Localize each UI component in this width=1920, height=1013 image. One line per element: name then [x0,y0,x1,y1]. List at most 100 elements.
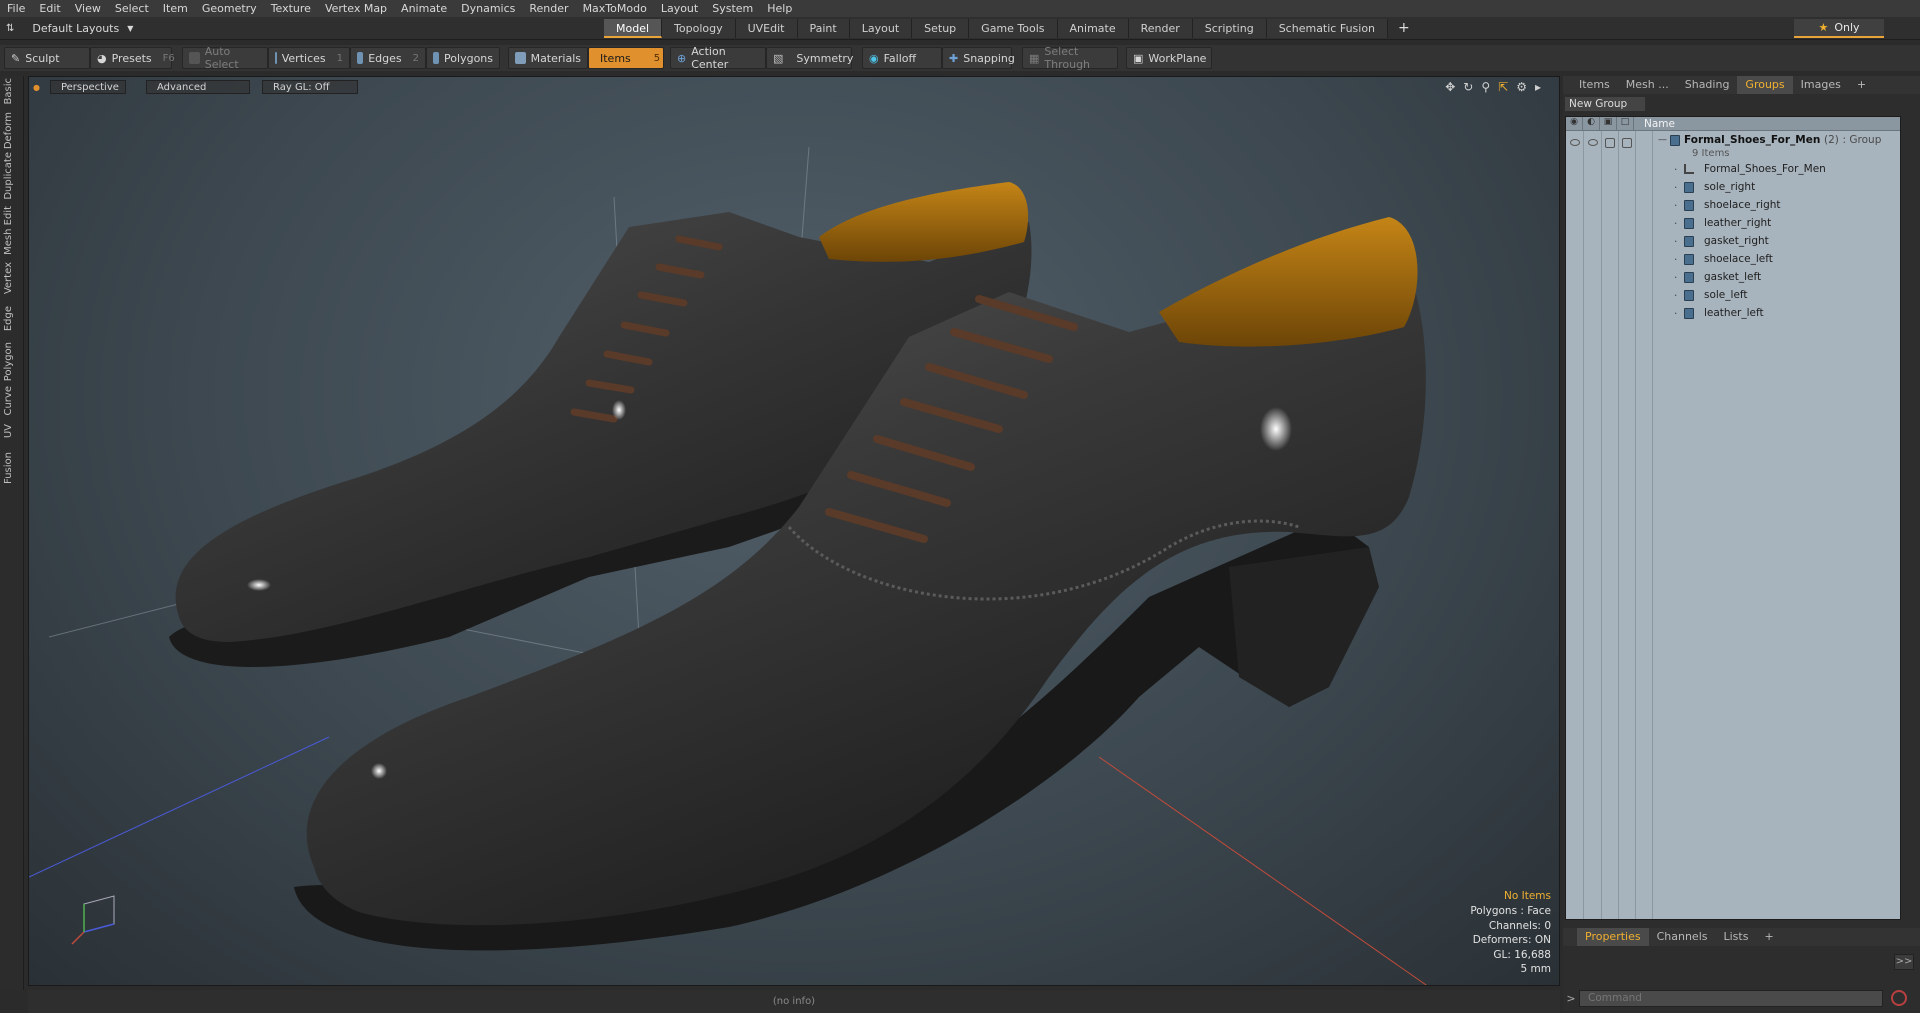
tree-name-header[interactable]: Name [1634,118,1675,130]
right-tab-images[interactable]: Images [1793,76,1849,94]
sculpt-button[interactable]: ✎ Sculpt [4,47,90,69]
view-mode-button[interactable]: Perspective [49,80,126,94]
menu-item-vertex-map[interactable]: Vertex Map [318,0,394,17]
menu-item-dynamics[interactable]: Dynamics [454,0,522,17]
collapse-icon[interactable]: — [1658,135,1667,145]
shading-mode-button[interactable]: Advanced [145,80,250,94]
viewport-scene[interactable] [29,77,1560,986]
menu-item-layout[interactable]: Layout [654,0,705,17]
add-right-tab-button[interactable]: + [1849,76,1874,94]
vertices-button[interactable]: Vertices 1 [268,47,350,69]
menu-item-animate[interactable]: Animate [394,0,454,17]
3d-viewport[interactable]: ● Perspective Advanced Ray GL: Off ✥ ↻ ⚲… [28,76,1560,986]
tree-item-row[interactable]: · gasket_right [1566,233,1900,251]
prop-tab-channels[interactable]: Channels [1649,928,1716,946]
layout-tab-render[interactable]: Render [1128,19,1193,38]
left-tab-basic[interactable]: Basic [3,78,21,104]
select-column-icon[interactable]: □ [1617,117,1634,131]
left-tab-mesh-edit[interactable]: Mesh Edit [3,206,21,255]
right-tab-mesh[interactable]: Mesh ... [1618,76,1677,94]
menu-item-select[interactable]: Select [108,0,156,17]
zoom-view-icon[interactable]: ⚲ [1481,80,1490,94]
render-icon[interactable] [1588,139,1598,146]
layout-tab-uvedit[interactable]: UVEdit [735,19,798,38]
menu-item-maxtomodo[interactable]: MaxToModo [576,0,654,17]
tree-item-row[interactable]: · leather_left [1566,305,1900,323]
render-column-icon[interactable]: ◐ [1583,117,1600,131]
only-toggle[interactable]: ★ Only [1794,19,1884,38]
menu-item-texture[interactable]: Texture [264,0,318,17]
menu-item-help[interactable]: Help [760,0,799,17]
layout-pin-icon[interactable]: ⇅ [6,23,14,34]
symmetry-button[interactable]: ▧ Symmetry [766,47,853,69]
menu-item-view[interactable]: View [68,0,108,17]
edges-button[interactable]: Edges 2 [350,47,426,69]
command-history-icon[interactable]: > [1563,992,1579,1005]
lock-checkbox[interactable] [1605,138,1615,148]
tree-item-row[interactable]: · sole_left [1566,287,1900,305]
right-tab-groups[interactable]: Groups [1737,76,1793,94]
tree-item-row[interactable]: · sole_right [1566,179,1900,197]
layout-tab-game-tools[interactable]: Game Tools [969,19,1058,38]
left-tab-uv[interactable]: UV [3,424,21,438]
select-through-button[interactable]: ▦ Select Through [1022,45,1118,71]
action-center-button[interactable]: ⊕ Action Center [670,45,766,71]
left-tab-curve[interactable]: Curve [3,386,21,416]
move-view-icon[interactable]: ✥ [1445,80,1455,94]
presets-button[interactable]: ◕ Presets F6 [90,47,175,69]
menu-item-render[interactable]: Render [522,0,575,17]
workplane-button[interactable]: ▣ WorkPlane [1126,47,1212,69]
menu-item-file[interactable]: File [0,0,32,17]
tree-item-row[interactable]: · leather_right [1566,215,1900,233]
rotate-view-icon[interactable]: ↻ [1463,80,1473,94]
select-checkbox[interactable] [1622,138,1632,148]
record-icon[interactable] [1891,990,1907,1006]
layout-tab-animate[interactable]: Animate [1057,19,1129,38]
materials-button[interactable]: Materials [508,47,588,69]
layout-tab-layout[interactable]: Layout [849,19,913,38]
tree-item-row[interactable]: · shoelace_left [1566,251,1900,269]
left-tab-edge[interactable]: Edge [3,306,21,331]
left-tab-polygon[interactable]: Polygon [3,342,21,381]
add-layout-tab-button[interactable]: + [1388,19,1420,38]
tree-item-row[interactable]: · Formal_Shoes_For_Men [1566,161,1900,179]
chevron-right-icon[interactable]: ▸ [1535,80,1541,94]
expand-button[interactable]: >> [1894,954,1914,970]
eye-icon[interactable] [1570,139,1580,146]
layout-tab-setup[interactable]: Setup [912,19,970,38]
left-tab-deform[interactable]: Deform [3,112,21,149]
visibility-column-icon[interactable]: ◉ [1566,117,1583,131]
auto-select-button[interactable]: Auto Select [182,45,268,71]
right-tab-items[interactable]: Items [1571,76,1618,94]
layout-selector[interactable]: ⇅ Default Layouts ▼ [6,20,133,37]
layout-tab-schematic-fusion[interactable]: Schematic Fusion [1266,19,1389,38]
polygons-button[interactable]: Polygons [426,47,500,69]
menu-item-geometry[interactable]: Geometry [195,0,264,17]
left-tab-duplicate[interactable]: Duplicate [3,152,21,200]
layout-tab-model[interactable]: Model [604,19,663,38]
prop-tab-lists[interactable]: Lists [1716,928,1757,946]
left-tab-fusion[interactable]: Fusion [3,452,21,484]
menu-item-system[interactable]: System [705,0,760,17]
prop-tab-properties[interactable]: Properties [1577,928,1649,946]
menu-item-item[interactable]: Item [156,0,195,17]
add-prop-tab-button[interactable]: + [1756,928,1781,946]
left-tab-vertex[interactable]: Vertex [3,262,21,294]
raygl-button[interactable]: Ray GL: Off [261,80,358,94]
viewport-dot-icon[interactable]: ● [33,83,40,92]
gear-icon[interactable]: ⚙ [1516,80,1527,94]
items-button[interactable]: Items 5 [588,47,664,69]
menu-item-edit[interactable]: Edit [32,0,67,17]
tree-item-row[interactable]: · shoelace_right [1566,197,1900,215]
lock-column-icon[interactable]: ▣ [1600,117,1617,131]
layout-tab-scripting[interactable]: Scripting [1192,19,1267,38]
tree-item-row[interactable]: · gasket_left [1566,269,1900,287]
tree-group-row[interactable]: — Formal_Shoes_For_Men (2) : Group 9 Ite… [1566,133,1900,161]
layout-tab-paint[interactable]: Paint [797,19,850,38]
command-input[interactable] [1579,989,1883,1007]
new-group-button[interactable]: New Group [1565,97,1645,111]
snapping-button[interactable]: ✚ Snapping [942,47,1015,69]
layout-tab-topology[interactable]: Topology [662,19,736,38]
right-tab-shading[interactable]: Shading [1677,76,1738,94]
fit-view-icon[interactable]: ⇱ [1498,80,1508,94]
